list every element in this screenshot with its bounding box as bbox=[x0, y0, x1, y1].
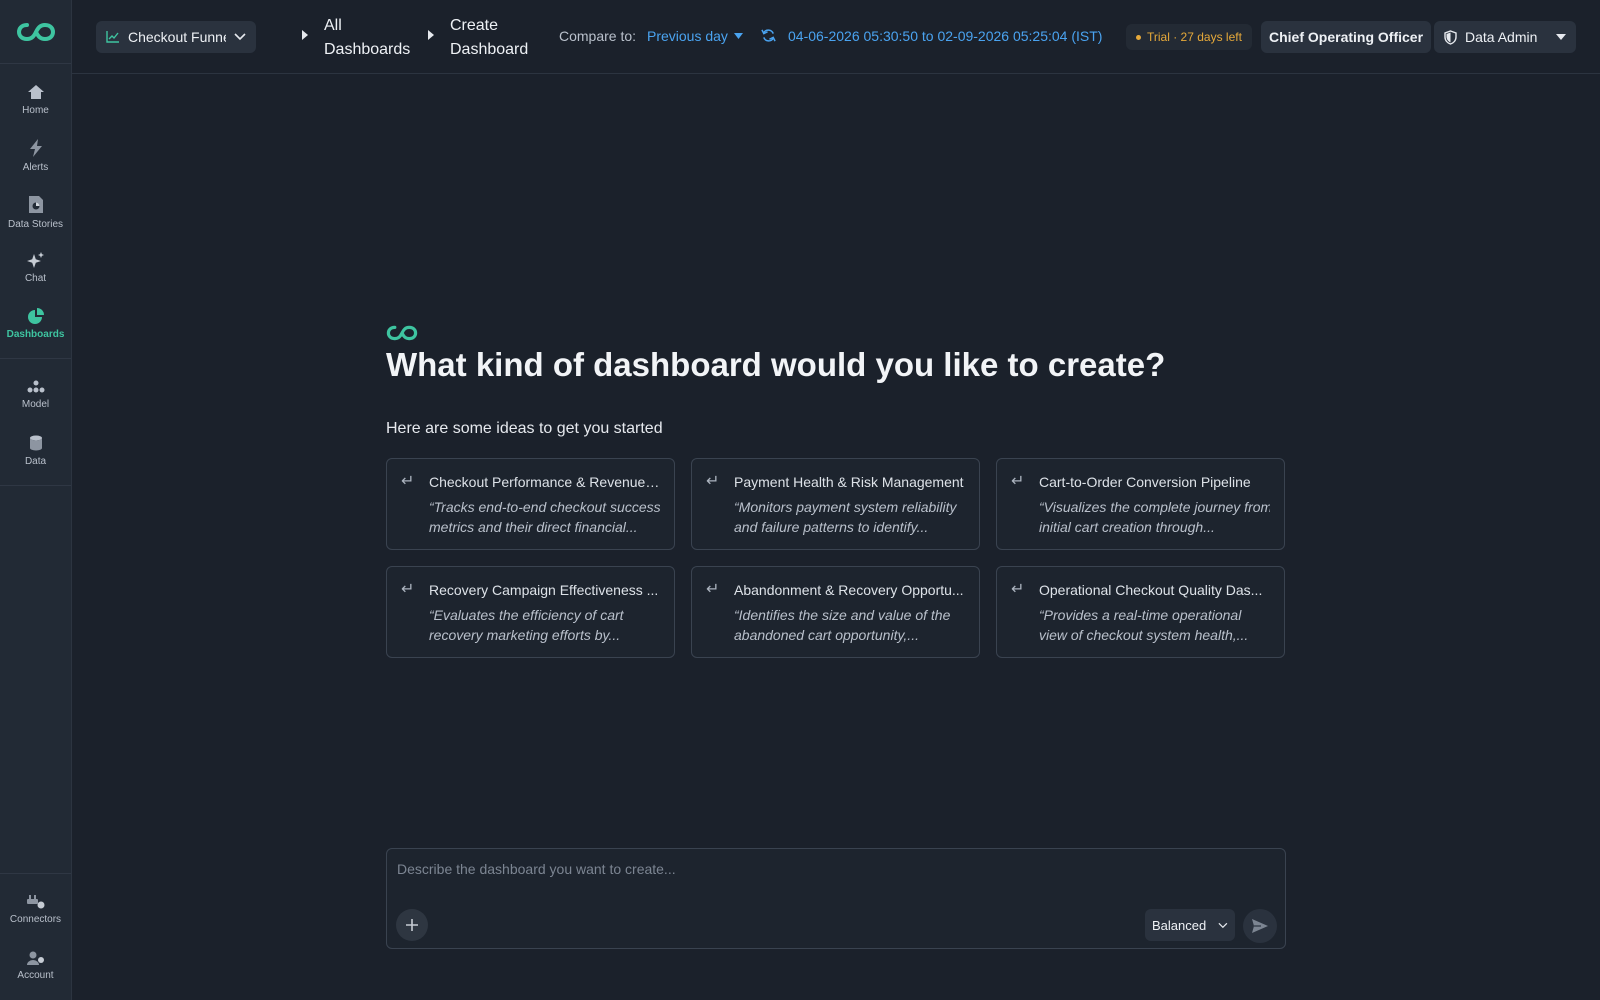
breadcrumb-create-line1: Create bbox=[450, 17, 499, 34]
idea-card-description: “Provides a real-time operational view o… bbox=[1039, 607, 1249, 643]
sidebar-item-label: Chat bbox=[24, 273, 47, 284]
enter-icon: ↵ bbox=[401, 581, 415, 598]
idea-card-description: “Monitors payment system reliability and… bbox=[734, 499, 957, 535]
role-label: Chief Operating Officer bbox=[1269, 29, 1424, 45]
idea-card-description: “Visualizes the complete journey from in… bbox=[1039, 499, 1270, 535]
compare-select[interactable]: Previous day bbox=[647, 28, 743, 44]
dashboard-select[interactable]: Checkout Funnel ... bbox=[96, 21, 256, 53]
sidebar-item-data[interactable]: Data bbox=[0, 423, 71, 479]
sidebar-item-label: Account bbox=[17, 970, 54, 981]
compare-label: Compare to: bbox=[559, 28, 637, 44]
sparkle-icon bbox=[26, 252, 44, 268]
sidebar-item-label: Alerts bbox=[22, 162, 49, 173]
account-icon bbox=[26, 951, 44, 965]
sidebar-item-label: Data Stories bbox=[7, 218, 64, 230]
idea-card[interactable]: ↵ Operational Checkout Quality Das... “P… bbox=[996, 566, 1285, 658]
prompt-input[interactable] bbox=[397, 861, 1257, 891]
idea-card[interactable]: ↵ Payment Health & Risk Management “Moni… bbox=[691, 458, 980, 550]
sidebar-item-label: Home bbox=[22, 105, 49, 116]
refresh-icon[interactable] bbox=[761, 28, 776, 43]
idea-card[interactable]: ↵ Recovery Campaign Effectiveness ... “E… bbox=[386, 566, 675, 658]
idea-card-title: Payment Health & Risk Management bbox=[734, 474, 964, 490]
idea-cards: ↵ Checkout Performance & Revenue I... “T… bbox=[386, 458, 1286, 658]
model-icon bbox=[27, 380, 44, 393]
logo-icon bbox=[16, 22, 55, 41]
idea-card-title: Cart-to-Order Conversion Pipeline bbox=[1039, 474, 1251, 490]
chevron-down-icon bbox=[1218, 922, 1228, 928]
caret-down-icon bbox=[733, 33, 743, 39]
chevron-down-icon bbox=[234, 33, 246, 41]
trial-badge: Trial · 27 days left bbox=[1126, 24, 1252, 50]
sidebar-item-chat[interactable]: Chat bbox=[0, 240, 71, 296]
database-icon bbox=[29, 435, 42, 451]
sidebar-item-home[interactable]: Home bbox=[0, 72, 71, 128]
send-icon bbox=[1252, 919, 1268, 933]
sidebar-item-label: Data bbox=[24, 456, 47, 467]
breadcrumb-caret-icon bbox=[428, 30, 434, 40]
bolt-icon bbox=[29, 139, 42, 157]
breadcrumb-all-dashboards[interactable]: All Dashboards bbox=[324, 14, 410, 62]
sidebar-item-label: Connectors bbox=[9, 914, 62, 925]
home-icon bbox=[27, 85, 44, 99]
sidebar-group-data: Model Data bbox=[0, 359, 71, 486]
enter-icon: ↵ bbox=[706, 581, 720, 598]
dashboard-select-value: Checkout Funnel ... bbox=[128, 29, 226, 45]
idea-card-title: Abandonment & Recovery Opportu... bbox=[734, 582, 964, 598]
idea-card[interactable]: ↵ Cart-to-Order Conversion Pipeline “Vis… bbox=[996, 458, 1285, 550]
breadcrumb-create-line2: Dashboard bbox=[450, 41, 529, 58]
idea-card-title: Recovery Campaign Effectiveness ... bbox=[429, 582, 659, 598]
send-button[interactable] bbox=[1243, 909, 1277, 943]
sidebar-item-data-stories[interactable]: Data Stories bbox=[0, 184, 71, 240]
role-button[interactable]: Chief Operating Officer bbox=[1261, 21, 1432, 53]
date-range[interactable]: 04-06-2026 05:30:50 to 02-09-2026 05:25:… bbox=[788, 28, 1102, 44]
plus-icon bbox=[406, 919, 418, 931]
sidebar-item-label: Model bbox=[21, 399, 50, 410]
status-dot bbox=[1136, 34, 1141, 40]
compare-select-value: Previous day bbox=[647, 28, 728, 44]
sidebar-group-main: Home Alerts Data Stories Chat Dashboards bbox=[0, 64, 71, 359]
app-logo[interactable] bbox=[0, 0, 71, 64]
breadcrumb-all-line2: Dashboards bbox=[324, 41, 411, 58]
mode-select-value: Balanced bbox=[1152, 917, 1207, 933]
sidebar-item-account[interactable]: Account bbox=[0, 938, 71, 994]
idea-card-title: Checkout Performance & Revenue I... bbox=[429, 474, 660, 490]
caret-down-icon bbox=[1556, 34, 1566, 40]
idea-card-description: “Identifies the size and value of the ab… bbox=[734, 607, 951, 643]
page-title: What kind of dashboard would you like to… bbox=[386, 346, 1166, 383]
sidebar-item-connectors[interactable]: Connectors bbox=[0, 882, 71, 938]
idea-card-description: “Tracks end-to-end checkout success metr… bbox=[429, 499, 660, 535]
enter-icon: ↵ bbox=[401, 473, 415, 490]
sidebar-bottom: Connectors Account bbox=[0, 873, 71, 1000]
sidebar-item-alerts[interactable]: Alerts bbox=[0, 128, 71, 184]
logo-icon bbox=[386, 325, 418, 341]
idea-card[interactable]: ↵ Checkout Performance & Revenue I... “T… bbox=[386, 458, 675, 550]
add-attachment-button[interactable] bbox=[396, 909, 428, 941]
trial-badge-text: Trial · 27 days left bbox=[1147, 30, 1242, 44]
enter-icon: ↵ bbox=[706, 473, 720, 490]
user-menu-button[interactable]: Data Admin bbox=[1434, 21, 1576, 53]
breadcrumb-all-line1: All bbox=[324, 17, 342, 34]
sidebar-item-label: Dashboards bbox=[6, 329, 65, 340]
idea-card[interactable]: ↵ Abandonment & Recovery Opportu... “Ide… bbox=[691, 566, 980, 658]
breadcrumb-create-dashboard: Create Dashboard bbox=[450, 14, 528, 62]
idea-card-description: “Evaluates the efficiency of cart recove… bbox=[429, 607, 624, 643]
ideas-subtitle: Here are some ideas to get you started bbox=[386, 420, 663, 437]
data-stories-icon bbox=[28, 195, 43, 213]
prompt-box: Balanced bbox=[386, 848, 1286, 949]
pie-chart-icon bbox=[27, 308, 44, 324]
line-chart-icon bbox=[106, 31, 119, 43]
idea-card-title: Operational Checkout Quality Das... bbox=[1039, 582, 1263, 598]
enter-icon: ↵ bbox=[1011, 473, 1025, 490]
connectors-icon bbox=[26, 895, 44, 909]
sidebar-item-model[interactable]: Model bbox=[0, 367, 71, 423]
sidebar-item-dashboards[interactable]: Dashboards bbox=[0, 296, 71, 352]
user-menu-label: Data Admin bbox=[1465, 29, 1538, 45]
sidebar: Home Alerts Data Stories Chat Dashboards… bbox=[0, 0, 72, 1000]
enter-icon: ↵ bbox=[1011, 581, 1025, 598]
top-bar: Checkout Funnel ... All Dashboards Creat… bbox=[72, 0, 1600, 74]
breadcrumb-caret-icon bbox=[302, 30, 308, 40]
shield-icon bbox=[1444, 29, 1457, 45]
mode-select[interactable]: Balanced bbox=[1145, 909, 1235, 941]
